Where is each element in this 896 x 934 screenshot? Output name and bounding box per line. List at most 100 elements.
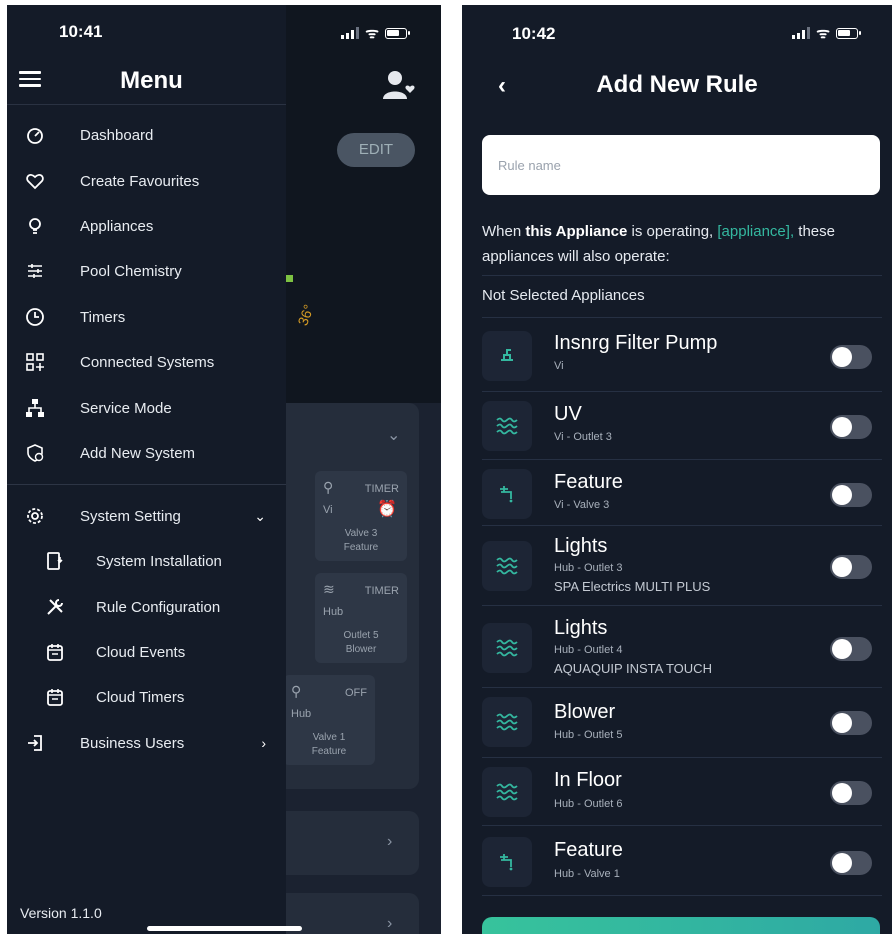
side-menu-drawer: 10:41 Menu Dashboard Create Favourites A… — [7, 5, 286, 934]
appliance-location: Vi - Outlet 3 — [554, 431, 612, 443]
divider — [482, 825, 882, 826]
menu-item-service-mode[interactable]: Service Mode — [7, 386, 286, 430]
chevron-right-icon: › — [387, 833, 393, 850]
appliance-row[interactable]: Feature Hub - Valve 1 — [482, 829, 882, 895]
grid-plus-icon — [26, 353, 44, 371]
menu-item-system-installation[interactable]: System Installation — [7, 539, 286, 583]
appliance-toggle[interactable] — [830, 711, 872, 735]
appliance-name: Lights — [554, 535, 608, 557]
appliance-row[interactable]: Feature Vi - Valve 3 — [482, 463, 882, 525]
valve-icon — [482, 837, 532, 887]
tile-desc: Blower — [345, 644, 377, 655]
battery-icon — [385, 27, 410, 39]
tile-name: Valve 3 — [344, 528, 378, 539]
menu-item-business-users[interactable]: Business Users › — [7, 721, 286, 765]
menu-divider — [7, 484, 286, 485]
home-indicator[interactable] — [147, 926, 302, 931]
valve-icon — [482, 469, 532, 519]
appliance-tile[interactable]: ≋ TIMER Hub Outlet 5 Blower — [315, 573, 407, 663]
calendar-icon — [47, 689, 63, 706]
appliance-row[interactable]: Blower Hub - Outlet 5 — [482, 691, 882, 753]
rule-name-input[interactable] — [482, 135, 880, 195]
menu-item-connected-systems[interactable]: Connected Systems — [7, 340, 286, 384]
menu-item-pool-chemistry[interactable]: Pool Chemistry — [7, 249, 286, 293]
waves-icon — [482, 767, 532, 817]
edit-button[interactable]: EDIT — [337, 133, 415, 167]
appliance-location: Vi - Valve 3 — [554, 499, 610, 511]
chevron-right-icon: › — [387, 915, 393, 932]
menu-item-timers[interactable]: Timers — [7, 295, 286, 339]
appliance-location: Hub - Outlet 5 — [554, 729, 623, 741]
appliance-row[interactable]: Lights Hub - Outlet 3 SPA Electrics MULT… — [482, 529, 882, 605]
appliance-toggle[interactable] — [830, 781, 872, 805]
drawer-status-area: 10:41 — [7, 5, 286, 57]
desc-text: is operating, — [627, 223, 718, 240]
lightbulb-icon — [29, 218, 41, 234]
chevron-down-icon[interactable]: ⌄ — [387, 425, 400, 445]
tile-system: Hub — [291, 708, 312, 720]
section-title: Not Selected Appliances — [482, 287, 645, 304]
appliance-row[interactable]: Lights Hub - Outlet 4 AQUAQUIP INSTA TOU… — [482, 609, 882, 687]
battery-icon — [836, 27, 861, 39]
dashboard-icon — [27, 128, 43, 144]
appliance-tile[interactable]: ⚲ OFF Hub Valve 1 Feature — [283, 675, 375, 765]
menu-item-rule-configuration[interactable]: Rule Configuration — [7, 585, 286, 629]
appliance-row[interactable]: In Floor Hub - Outlet 6 — [482, 761, 882, 823]
save-rule-button[interactable] — [482, 917, 880, 934]
menu-item-dashboard[interactable]: Dashboard — [7, 113, 286, 157]
appliance-name: Feature — [554, 471, 623, 493]
divider — [482, 525, 882, 526]
appliance-toggle[interactable] — [830, 483, 872, 507]
left-phone-screen: EDIT 36° ⌄ ⚲ TIMER Vi ⏰ Valve 3 Feature … — [7, 5, 441, 934]
chevron-down-icon: ⌄ — [254, 507, 266, 524]
appliance-row[interactable]: UV Vi - Outlet 3 — [482, 395, 882, 457]
status-time: 10:41 — [59, 22, 103, 41]
wifi-icon: ᯤ — [816, 25, 830, 42]
divider — [482, 605, 882, 606]
divider — [482, 459, 882, 460]
signal-icon — [341, 27, 360, 39]
clock-icon — [26, 308, 44, 326]
user-heart-icon[interactable] — [381, 67, 417, 103]
appliance-tile[interactable]: ⚲ TIMER Vi ⏰ Valve 3 Feature — [315, 471, 407, 561]
menu-item-label: Pool Chemistry — [80, 262, 182, 280]
status-dot — [286, 275, 293, 282]
menu-item-add-new-system[interactable]: Add New System — [7, 431, 286, 475]
appliance-toggle[interactable] — [830, 555, 872, 579]
menu-header: Menu — [7, 57, 286, 105]
tile-name: Valve 1 — [312, 732, 346, 743]
appliance-toggle[interactable] — [830, 637, 872, 661]
menu-item-label: Rule Configuration — [96, 598, 221, 616]
menu-item-label: System Installation — [96, 552, 222, 570]
appliance-placeholder-link[interactable]: [appliance], — [717, 223, 794, 240]
appliance-toggle[interactable] — [830, 345, 872, 369]
menu-item-cloud-events[interactable]: Cloud Events — [7, 630, 286, 674]
tools-icon — [47, 599, 63, 615]
menu-item-cloud-timers[interactable]: Cloud Timers — [7, 675, 286, 719]
menu-item-label: Cloud Timers — [96, 688, 185, 706]
appliance-toggle[interactable] — [830, 851, 872, 875]
right-phone-screen: 10:42 ᯤ ‹ Add New Rule When this Applian… — [462, 5, 892, 934]
menu-item-appliances[interactable]: Appliances — [7, 204, 286, 248]
shield-plus-icon — [27, 444, 44, 462]
appliance-model: AQUAQUIP INSTA TOUCH — [554, 661, 712, 676]
rule-description: When this Appliance is operating, [appli… — [482, 219, 886, 269]
appliance-location: Hub - Outlet 6 — [554, 798, 623, 810]
menu-item-system-setting[interactable]: System Setting ⌄ — [7, 494, 286, 538]
appliance-model: SPA Electrics MULTI PLUS — [554, 579, 711, 594]
appliance-name: In Floor — [554, 769, 622, 791]
menu-item-create-favourites[interactable]: Create Favourites — [7, 159, 286, 203]
appliance-location: Vi — [554, 360, 564, 372]
appliance-row[interactable]: Insnrg Filter Pump Vi — [482, 327, 882, 387]
heart-icon — [26, 174, 44, 190]
gear-icon — [27, 508, 43, 524]
sitemap-icon — [26, 399, 44, 417]
menu-item-label: Appliances — [80, 217, 154, 235]
collapsed-card[interactable]: › — [275, 811, 419, 875]
status-time: 10:42 — [512, 24, 556, 43]
menu-title: Menu — [120, 67, 183, 94]
appliance-name: Feature — [554, 839, 623, 861]
appliance-toggle[interactable] — [830, 415, 872, 439]
login-icon — [28, 735, 42, 751]
sliders-icon — [28, 264, 42, 278]
